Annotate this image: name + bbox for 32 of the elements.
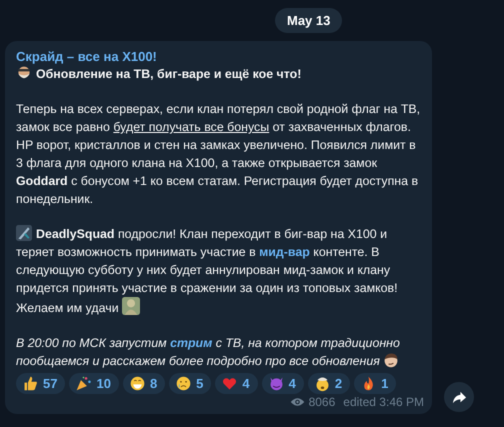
reaction-icon bbox=[128, 375, 146, 392]
message-paragraph: Обновление на ТВ, биг-варе и ещё кое что! bbox=[16, 65, 424, 83]
bearded-face-icon bbox=[16, 65, 32, 81]
link[interactable]: мид-вар bbox=[259, 245, 310, 259]
reaction-icon bbox=[268, 375, 285, 392]
reaction-button[interactable]: 4 bbox=[262, 373, 304, 394]
share-button[interactable] bbox=[444, 382, 474, 412]
reaction-button[interactable]: 1 bbox=[354, 373, 396, 394]
reaction-button[interactable]: 8 bbox=[122, 373, 166, 394]
link[interactable]: стрим bbox=[170, 336, 212, 350]
channel-title[interactable]: Скрайд – все на X100! bbox=[16, 48, 424, 65]
reaction-button[interactable]: 57 bbox=[16, 373, 66, 394]
reaction-button[interactable]: 10 bbox=[69, 373, 119, 394]
eye-icon bbox=[290, 397, 305, 407]
reaction-icon bbox=[75, 375, 92, 392]
reaction-button[interactable]: 5 bbox=[169, 373, 212, 394]
date-pill: May 13 bbox=[275, 8, 342, 33]
reaction-button[interactable]: 4 bbox=[215, 373, 258, 394]
reaction-icon bbox=[314, 375, 331, 392]
edited-time: edited 3:46 PM bbox=[343, 395, 424, 409]
view-count: 8066 bbox=[308, 395, 336, 409]
reaction-button[interactable]: 2 bbox=[308, 373, 350, 394]
blade-icon bbox=[16, 225, 32, 241]
smirking-face-icon bbox=[383, 352, 400, 368]
share-icon bbox=[452, 390, 466, 404]
reaction-icon bbox=[175, 375, 192, 392]
message-paragraph: В 20:00 по МСК запустим стрим с ТВ, на котором традиционно пообщаемся и расскажем более подробно про все обновления bbox=[16, 335, 401, 370]
reaction-icon bbox=[22, 375, 39, 392]
message-paragraph: DeadlySquad подросли! Клан переходит в биг-вар на X100 и теряет возможность принимать участие в мид-вар контенте. В следующую субботу у них будет аннулирован мид-замок и клану придется принять участие в сражении за один из топовых замков! Желаем им удачи bbox=[16, 225, 399, 317]
message-paragraph: Теперь на всех серверах, если клан потерял свой родной флаг на ТВ, замок все равно будет получать все бонусы от захваченных флагов. HP ворот, кристаллов и стен на замках увеличено. Появился лимит в 3 флага для одного клана на X100, а также открывается замок Goddard с бонусом +1 ко всем статам. Регистрация будет доступна в понедельник. bbox=[16, 101, 422, 208]
reaction-icon bbox=[221, 375, 238, 392]
figure-icon bbox=[122, 297, 140, 315]
